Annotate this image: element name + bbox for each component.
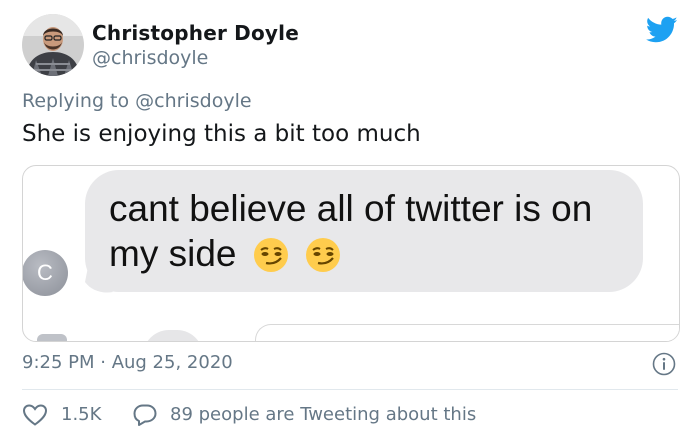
tweeting-about-link[interactable]: 89 people are Tweeting about this	[170, 404, 476, 425]
heart-icon[interactable]	[22, 403, 48, 427]
smirking-face-emoji	[306, 238, 341, 272]
smirking-face-emoji	[253, 238, 288, 272]
author-handle[interactable]: @chrisdoyle	[92, 47, 208, 69]
chat-bubble-icon[interactable]	[132, 403, 158, 427]
replying-handle-link[interactable]: @chrisdoyle	[135, 90, 251, 112]
avatar-photo	[22, 14, 84, 76]
contact-avatar: C	[23, 250, 68, 296]
avatar[interactable]	[22, 14, 84, 76]
replying-to: Replying to @chrisdoyle	[22, 90, 252, 112]
tweet-media[interactable]: cant believe all of twitter is on my sid…	[22, 165, 680, 342]
replying-prefix: Replying to	[22, 90, 130, 112]
author-name[interactable]: Christopher Doyle	[92, 21, 299, 45]
message-text: cant believe all of twitter is on my sid…	[109, 188, 593, 274]
partial-reply-bubble	[255, 324, 679, 341]
message-content: cant believe all of twitter is on my sid…	[109, 186, 629, 276]
twitter-bird-icon[interactable]	[646, 16, 678, 44]
like-count[interactable]: 1.5K	[61, 404, 101, 425]
info-icon[interactable]	[652, 352, 676, 376]
divider	[22, 389, 678, 390]
tweet-timestamp[interactable]: 9:25 PM · Aug 25, 2020	[22, 352, 233, 373]
partial-message-bubble	[143, 330, 203, 341]
tweet-text: She is enjoying this a bit too much	[22, 121, 421, 147]
partial-message-indicator	[37, 334, 67, 341]
